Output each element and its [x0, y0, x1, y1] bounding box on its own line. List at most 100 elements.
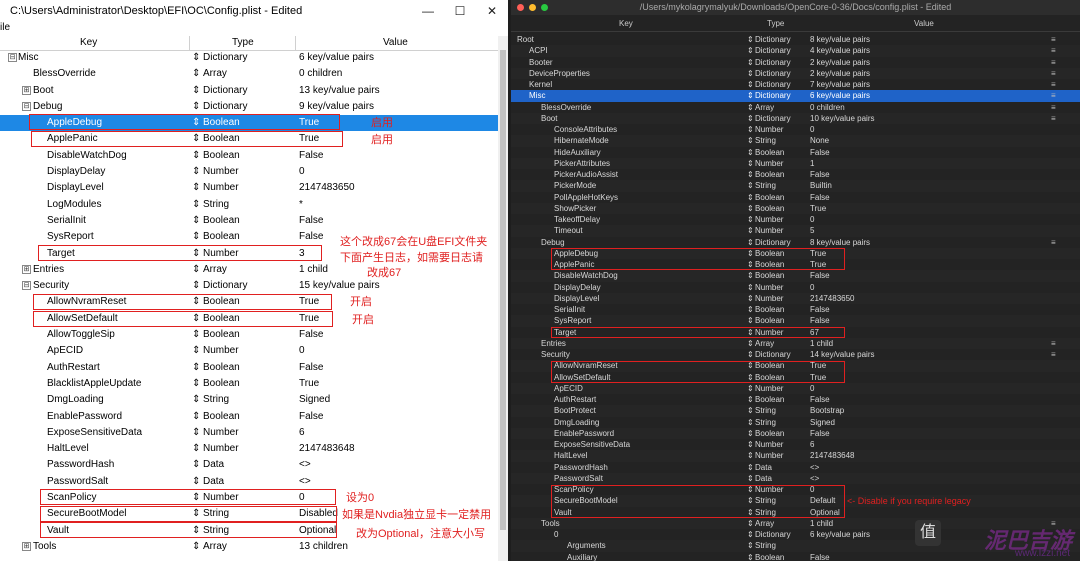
row-type[interactable]: Boolean — [755, 249, 784, 258]
tree-row[interactable]: ⊟ Security ⇕ Dictionary 15 key/value pairs — [0, 278, 498, 294]
row-value[interactable]: 8 key/value pairs — [810, 35, 870, 44]
tree-row[interactable]: ScanPolicy ⇕ Number 0 — [511, 484, 1080, 495]
type-sort-icon[interactable]: ⇕ — [747, 58, 754, 67]
row-value[interactable]: 67 — [810, 328, 819, 337]
type-sort-icon[interactable]: ⇕ — [747, 451, 754, 460]
row-type[interactable]: Boolean — [755, 148, 784, 157]
type-sort-icon[interactable]: ⇕ — [747, 463, 754, 472]
tree-row[interactable]: ⊟ Debug ⇕ Dictionary 9 key/value pairs — [0, 99, 498, 115]
type-sort-icon[interactable]: ⇕ — [747, 508, 754, 517]
type-sort-icon[interactable]: ⇕ — [192, 492, 200, 503]
row-type[interactable]: Boolean — [755, 193, 784, 202]
type-sort-icon[interactable]: ⇕ — [747, 69, 754, 78]
row-menu-icon[interactable]: ≡ — [1051, 91, 1056, 100]
row-type[interactable]: Number — [755, 294, 783, 303]
close-button[interactable]: ✕ — [476, 4, 508, 18]
tree-row[interactable]: DisplayLevel ⇕ Number 2147483650 — [511, 292, 1080, 304]
row-type[interactable]: Dictionary — [755, 238, 791, 247]
row-value[interactable]: 4 key/value pairs — [810, 46, 870, 55]
row-type[interactable]: Number — [755, 485, 783, 494]
type-sort-icon[interactable]: ⇕ — [192, 459, 200, 470]
row-menu-icon[interactable]: ≡ — [1051, 339, 1056, 348]
row-value[interactable]: 13 key/value pairs — [299, 85, 380, 96]
row-value[interactable]: 0 — [810, 485, 814, 494]
type-sort-icon[interactable]: ⇕ — [747, 496, 754, 505]
row-value[interactable]: Optional — [299, 525, 336, 536]
row-value[interactable]: Optional — [810, 508, 840, 517]
tree-row[interactable]: ConsoleAttributes ⇕ Number 0 — [511, 124, 1080, 135]
row-value[interactable]: 2147483648 — [810, 451, 855, 460]
row-value[interactable]: Bootstrap — [810, 406, 844, 415]
row-type[interactable]: Dictionary — [203, 85, 247, 96]
row-value[interactable]: 0 — [299, 492, 305, 503]
row-type[interactable]: Boolean — [203, 150, 240, 161]
row-value[interactable]: <> — [810, 474, 819, 483]
row-menu-icon[interactable]: ≡ — [1051, 103, 1056, 112]
row-type[interactable]: Boolean — [755, 305, 784, 314]
tree-row[interactable]: DisplayDelay ⇕ Number 0 — [511, 282, 1080, 293]
row-type[interactable]: Boolean — [203, 296, 240, 307]
row-menu-icon[interactable]: ≡ — [1051, 58, 1056, 67]
row-type[interactable]: Dictionary — [755, 114, 791, 123]
row-type[interactable]: Number — [203, 345, 239, 356]
column-value[interactable]: Value — [383, 37, 408, 48]
row-type[interactable]: Array — [203, 264, 227, 275]
row-value[interactable]: True — [810, 260, 826, 269]
type-sort-icon[interactable]: ⇕ — [747, 305, 754, 314]
collapse-toggle-icon[interactable]: ⊟ — [22, 101, 31, 111]
row-value[interactable]: 9 key/value pairs — [299, 101, 374, 112]
row-value[interactable]: Default — [810, 496, 835, 505]
type-sort-icon[interactable]: ⇕ — [747, 249, 754, 258]
tree-row[interactable]: AllowNvramReset ⇕ Boolean True — [511, 360, 1080, 372]
tree-row[interactable]: Root ⇕ Dictionary 8 key/value pairs ≡ — [511, 34, 1080, 45]
collapse-toggle-icon[interactable]: ⊟ — [8, 53, 17, 62]
row-value[interactable]: True — [299, 117, 319, 128]
tree-row[interactable]: AppleDebug ⇕ Boolean True — [0, 115, 498, 132]
row-value[interactable]: 8 key/value pairs — [810, 238, 870, 247]
type-sort-icon[interactable]: ⇕ — [192, 264, 200, 275]
row-value[interactable]: False — [299, 215, 323, 226]
row-type[interactable]: Number — [203, 427, 239, 438]
tree-row[interactable]: PickerMode ⇕ String Builtin — [511, 180, 1080, 192]
type-sort-icon[interactable]: ⇕ — [192, 313, 200, 324]
row-value[interactable]: Signed — [299, 394, 330, 405]
tree-row[interactable]: PickerAudioAssist ⇕ Boolean False — [511, 169, 1080, 180]
row-value[interactable]: 0 — [810, 384, 814, 393]
row-type[interactable]: String — [755, 418, 776, 427]
row-value[interactable]: 14 key/value pairs — [810, 350, 874, 359]
type-sort-icon[interactable]: ⇕ — [747, 429, 754, 438]
column-key[interactable]: Key — [619, 19, 633, 28]
row-type[interactable]: Boolean — [203, 313, 240, 324]
type-sort-icon[interactable]: ⇕ — [192, 248, 200, 259]
tree-row[interactable]: DisableWatchDog ⇕ Boolean False — [0, 148, 498, 164]
row-type[interactable]: Boolean — [203, 117, 240, 128]
collapse-toggle-icon[interactable]: ⊟ — [22, 281, 31, 291]
type-sort-icon[interactable]: ⇕ — [747, 328, 754, 337]
row-type[interactable]: Boolean — [755, 553, 784, 561]
row-value[interactable]: False — [299, 150, 323, 161]
row-type[interactable]: Boolean — [203, 329, 240, 340]
row-type[interactable]: Dictionary — [755, 80, 791, 89]
type-sort-icon[interactable]: ⇕ — [192, 476, 200, 487]
type-sort-icon[interactable]: ⇕ — [192, 199, 200, 210]
row-value[interactable]: 1 child — [810, 339, 833, 348]
type-sort-icon[interactable]: ⇕ — [192, 117, 200, 128]
type-sort-icon[interactable]: ⇕ — [192, 133, 200, 144]
type-sort-icon[interactable]: ⇕ — [747, 91, 754, 100]
tree-row[interactable]: Security ⇕ Dictionary 14 key/value pairs ≡ — [511, 349, 1080, 360]
row-type[interactable]: String — [203, 394, 229, 405]
row-type[interactable]: Number — [203, 182, 239, 193]
row-type[interactable]: String — [203, 525, 229, 536]
type-sort-icon[interactable]: ⇕ — [747, 283, 754, 292]
row-type[interactable]: Number — [755, 159, 783, 168]
row-value[interactable]: True — [810, 204, 826, 213]
row-value[interactable]: False — [810, 148, 830, 157]
row-value[interactable]: 3 — [299, 248, 305, 259]
row-type[interactable]: Boolean — [755, 271, 784, 280]
tree-row[interactable]: Boot ⇕ Dictionary 10 key/value pairs ≡ — [511, 112, 1080, 124]
scrollbar-thumb[interactable] — [500, 50, 506, 530]
type-sort-icon[interactable]: ⇕ — [192, 329, 200, 340]
type-sort-icon[interactable]: ⇕ — [192, 427, 200, 438]
row-type[interactable]: Number — [755, 283, 783, 292]
row-value[interactable]: True — [810, 361, 826, 370]
